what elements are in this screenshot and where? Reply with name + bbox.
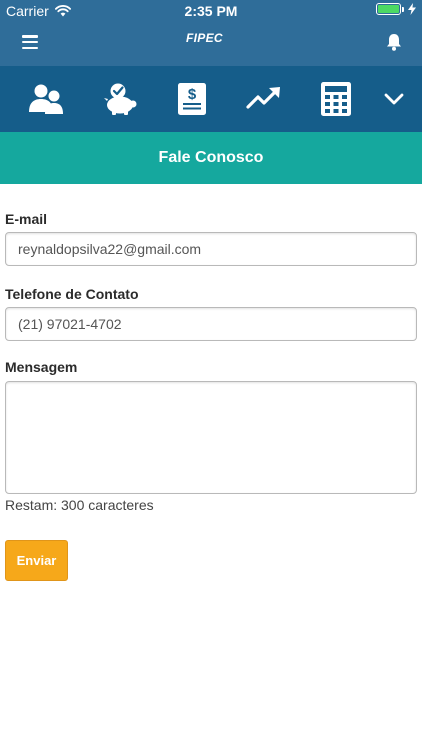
top-header: Carrier 2:35 PM FIPEC [0,0,422,66]
logo-text: FIPEC [186,31,223,45]
menu-line [22,35,38,38]
phone-label: Telefone de Contato [5,286,139,302]
battery-icon [376,3,404,15]
battery-level [378,5,399,13]
document-dollar-icon[interactable]: $ [174,82,210,116]
message-label: Mensagem [5,359,78,375]
calculator-icon[interactable] [318,82,354,116]
phone-field[interactable]: (21) 97021-4702 [5,307,417,341]
contact-form: E-mail reynaldopsilva22@gmail.com Telefo… [0,211,422,581]
charging-bolt-icon [408,3,416,15]
status-time: 2:35 PM [184,3,238,19]
trending-up-icon[interactable] [246,82,282,116]
piggy-bank-icon[interactable] [102,82,138,116]
character-counter: Restam: 300 caracteres [5,497,154,513]
status-right [376,3,416,15]
users-icon[interactable] [28,82,64,116]
message-field[interactable] [5,381,417,494]
app-logo: FIPEC [186,31,223,45]
status-bar: Carrier 2:35 PM [0,0,422,22]
page-title: Fale Conosco [0,132,422,184]
svg-text:$: $ [188,86,197,103]
icon-nav: $ [0,66,422,132]
send-button[interactable]: Enviar [5,540,68,581]
menu-line [22,46,38,49]
menu-line [22,40,38,44]
email-label: E-mail [5,211,48,227]
chevron-down-icon[interactable] [376,82,412,116]
battery-tip [402,7,404,12]
bell-icon[interactable] [384,32,404,52]
menu-icon[interactable] [22,35,38,49]
email-field[interactable]: reynaldopsilva22@gmail.com [5,232,417,266]
app-bar: FIPEC [0,22,422,66]
